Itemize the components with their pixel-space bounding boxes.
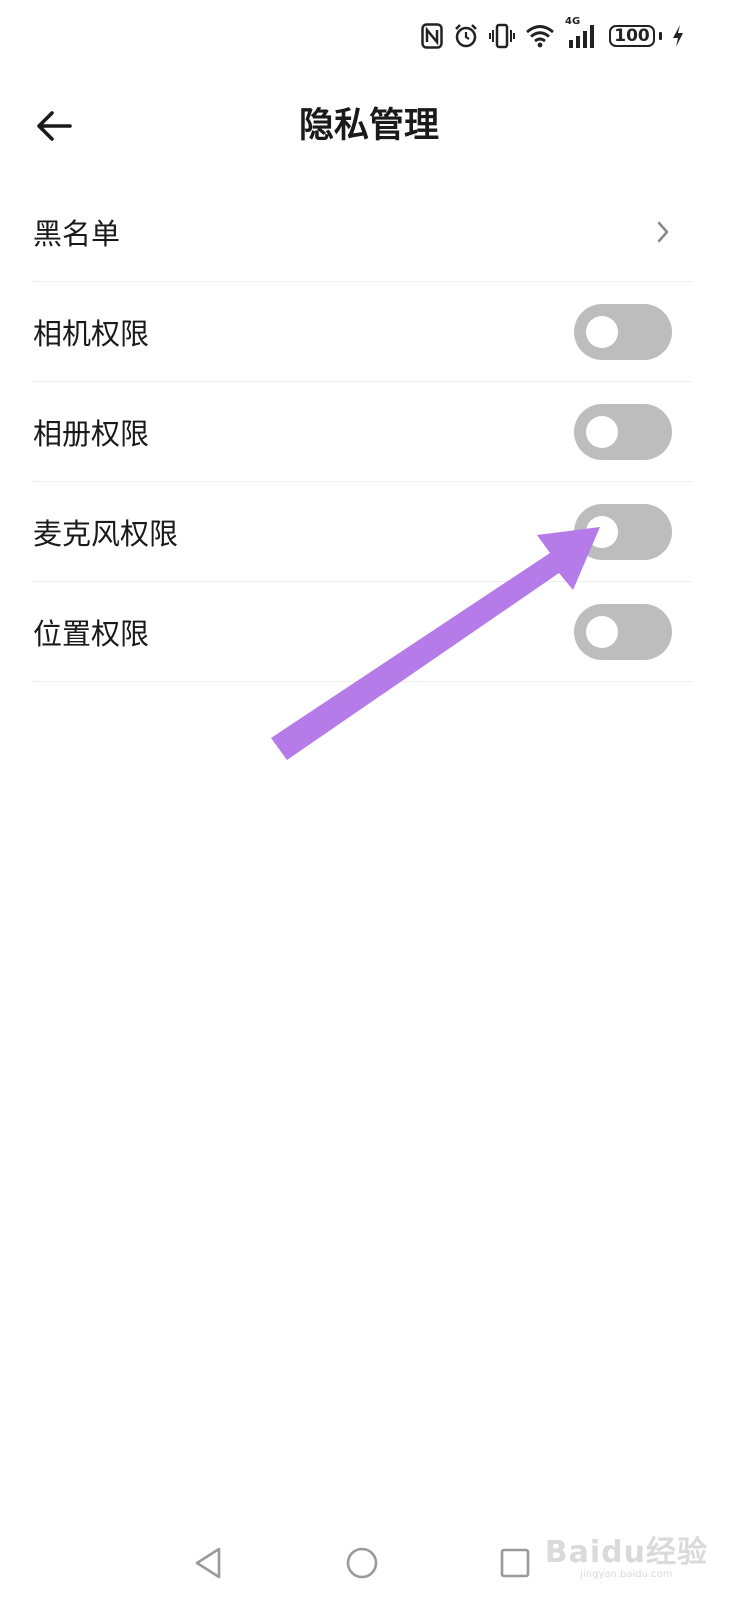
- watermark-main-text: Baidu经验: [544, 1535, 708, 1570]
- toggle-knob: [586, 515, 618, 548]
- baidu-watermark: Baidu经验 jingyan.baidu.com: [545, 1527, 708, 1580]
- page-title: 隐私管理: [298, 106, 439, 146]
- setting-row-location: 位置权限: [33, 582, 692, 682]
- toggle-knob: [586, 615, 618, 648]
- alarm-icon: [453, 23, 479, 49]
- watermark-sub-text: jingyan.baidu.com: [580, 1569, 673, 1580]
- setting-label-camera: 相机权限: [33, 316, 150, 351]
- setting-row-album: 相册权限: [33, 382, 692, 482]
- battery-level: 100: [609, 25, 655, 47]
- toggle-knob: [586, 415, 618, 448]
- microphone-permission-toggle[interactable]: [574, 503, 672, 560]
- settings-list: 黑名单 相机权限 相册权限 麦克风权限 位置权限: [33, 182, 692, 682]
- nav-recents-button[interactable]: [490, 1538, 540, 1588]
- setting-label-microphone: 麦克风权限: [33, 516, 179, 551]
- back-triangle-icon: [195, 1547, 221, 1579]
- recents-square-icon: [500, 1548, 530, 1578]
- header: 隐私管理: [0, 90, 738, 162]
- battery-icon: 100: [609, 25, 662, 47]
- setting-label-location: 位置权限: [33, 616, 150, 651]
- setting-row-blacklist[interactable]: 黑名单: [33, 182, 692, 282]
- nav-home-button[interactable]: [337, 1538, 387, 1588]
- signal-icon: 4G: [565, 16, 599, 50]
- toggle-knob: [586, 315, 618, 348]
- nfc-icon: [421, 23, 443, 49]
- camera-permission-toggle[interactable]: [574, 303, 672, 360]
- setting-row-microphone: 麦克风权限: [33, 482, 692, 582]
- location-permission-toggle[interactable]: [574, 603, 672, 660]
- charging-icon: [672, 24, 684, 48]
- wifi-icon: [525, 23, 555, 49]
- setting-row-camera: 相机权限: [33, 282, 692, 382]
- vibrate-icon: [489, 23, 515, 49]
- battery-tip: [659, 32, 662, 40]
- album-permission-toggle[interactable]: [574, 403, 672, 460]
- nav-back-button[interactable]: [183, 1538, 233, 1588]
- chevron-right-icon: [648, 217, 678, 247]
- status-bar: 4G 100: [421, 16, 684, 54]
- network-type-label: 4G: [565, 16, 581, 27]
- home-circle-icon: [346, 1547, 378, 1579]
- setting-label-blacklist: 黑名单: [33, 216, 121, 251]
- setting-label-album: 相册权限: [33, 416, 150, 451]
